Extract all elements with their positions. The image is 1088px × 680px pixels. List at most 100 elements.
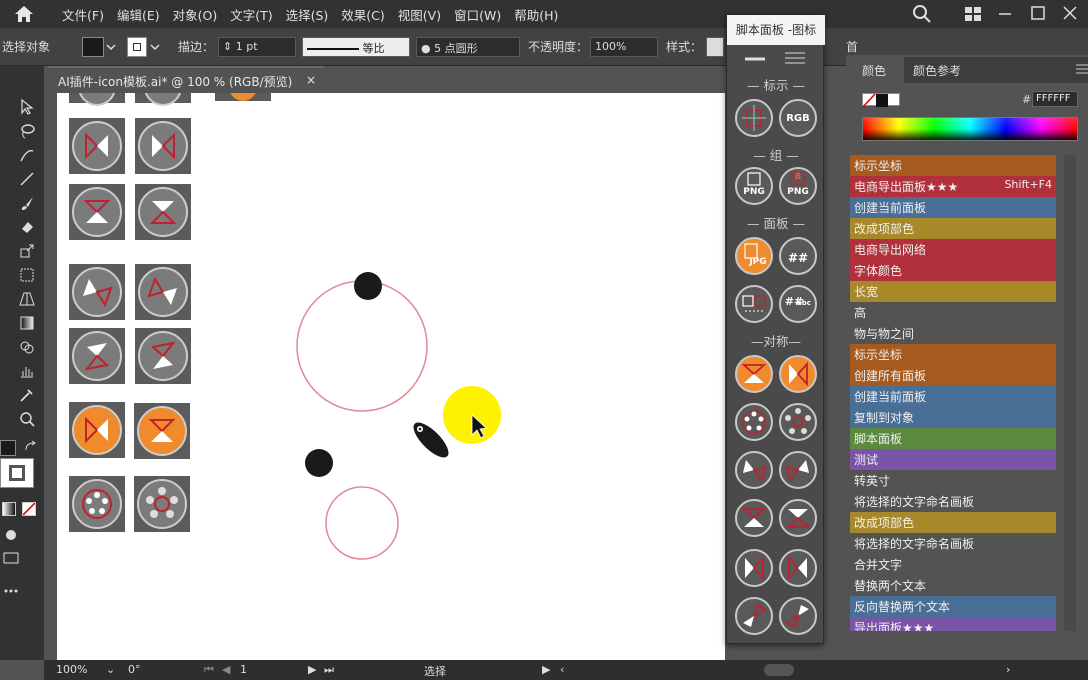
action-item[interactable]: 改成项部色 (850, 218, 1056, 239)
symmetry-right-alt-button[interactable] (779, 549, 817, 587)
prev-artboard-icon[interactable]: ◀ (222, 663, 230, 676)
gradient-tool-icon[interactable] (18, 314, 36, 332)
artboard-number[interactable]: 1 (240, 663, 247, 676)
script-panel-title[interactable]: 脚本面板 -图标 (727, 15, 825, 45)
action-item[interactable]: 测试 (850, 449, 1056, 470)
action-item[interactable]: 合并文字 (850, 554, 1056, 575)
opacity-field[interactable]: 100% (590, 37, 658, 57)
mark-coordinates-button[interactable] (735, 99, 773, 137)
brush-definition-field[interactable]: ● 5 点圆形 (416, 37, 520, 57)
action-item[interactable]: 将选择的文字命名画板 (850, 491, 1056, 512)
lasso-tool-icon[interactable] (18, 122, 36, 140)
panel-menu-icon[interactable] (1076, 63, 1088, 78)
action-item[interactable]: 转英寸 (850, 470, 1056, 491)
action-item[interactable]: 脚本面板 (850, 428, 1056, 449)
last-artboard-icon[interactable]: ⏭ (324, 663, 334, 677)
action-item[interactable]: 创建当前面板 (850, 197, 1056, 218)
minimize-icon[interactable] (998, 4, 1012, 27)
eraser-tool-icon[interactable] (18, 218, 36, 236)
action-item[interactable]: 字体颜色 (850, 260, 1056, 281)
diagonal-mirror-d-button[interactable] (779, 597, 817, 635)
menu-type[interactable]: 文字(T) (230, 5, 272, 24)
stroke-weight-field[interactable]: ⇕ 1 pt (218, 37, 296, 57)
grid-artboards-button[interactable]: ## (779, 237, 817, 275)
mark-rgb-button[interactable]: RGB (779, 99, 817, 137)
action-item[interactable]: 改成项部色 (850, 512, 1056, 533)
paintbrush-tool-icon[interactable] (18, 194, 36, 212)
tab-color-guide[interactable]: 颜色参考 (913, 62, 961, 79)
zoom-level[interactable]: 100% (56, 663, 87, 676)
menu-file[interactable]: 文件(F) (62, 5, 104, 24)
arrange-documents-icon[interactable] (964, 6, 982, 25)
scale-tool-icon[interactable] (18, 242, 36, 260)
variable-width-profile[interactable]: 等比 (302, 37, 410, 57)
diagonal-mirror-c-button[interactable] (735, 597, 773, 635)
artboard-fit-button[interactable] (735, 285, 773, 323)
tab-color[interactable]: 颜色 (858, 57, 904, 83)
stroke-swatch[interactable] (127, 37, 147, 57)
chevron-down-icon[interactable]: ⌄ (106, 663, 115, 676)
maximize-icon[interactable] (1030, 5, 1046, 24)
first-artboard-icon[interactable]: ⏮ (204, 663, 214, 677)
chevron-down-icon[interactable] (106, 41, 116, 55)
action-item[interactable]: 高 (850, 302, 1056, 323)
chevron-down-icon[interactable] (150, 41, 160, 55)
shape-builder-tool-icon[interactable] (18, 338, 36, 356)
action-item[interactable]: 创建所有面板 (850, 365, 1056, 386)
action-item[interactable]: 导出面板★★★ (850, 617, 1056, 631)
menu-select[interactable]: 选择(S) (286, 5, 329, 24)
symmetry-right-button[interactable] (735, 549, 773, 587)
scroll-right-icon[interactable]: › (1006, 663, 1010, 676)
action-item[interactable]: 复制到对象 (850, 407, 1056, 428)
radial-dots-alt-button[interactable] (779, 403, 817, 441)
graph-tool-icon[interactable] (18, 362, 36, 380)
radial-dots-button[interactable] (735, 403, 773, 441)
action-item[interactable]: 电商导出面板★★★ Shift+F4 (850, 176, 1056, 197)
fill-color-swatch[interactable] (0, 440, 16, 456)
export-png-button[interactable]: PNG (735, 167, 773, 205)
color-mode-swatches[interactable] (862, 93, 900, 108)
free-transform-tool-icon[interactable] (18, 266, 36, 284)
artboard-text-button[interactable]: ## abc (779, 285, 817, 323)
action-item[interactable]: 标示坐标 (850, 344, 1056, 365)
swap-colors-icon[interactable] (22, 438, 40, 456)
action-item[interactable]: 长宽 (850, 281, 1056, 302)
symmetry-left-button[interactable] (779, 355, 817, 393)
collapse-panel-icon[interactable] (745, 53, 765, 67)
export-jpg-button[interactable]: JPG (735, 237, 773, 275)
menu-window[interactable]: 窗口(W) (454, 5, 501, 24)
more-tools-icon[interactable] (2, 582, 20, 600)
menu-object[interactable]: 对象(O) (173, 5, 218, 24)
gradient-mode-icon[interactable] (2, 502, 16, 516)
export-png8-button[interactable]: 8 PNG (779, 167, 817, 205)
actions-scrollbar[interactable] (1064, 155, 1076, 631)
zoom-tool-icon[interactable] (18, 410, 36, 428)
menu-edit[interactable]: 编辑(E) (117, 5, 160, 24)
action-item[interactable]: 反向替换两个文本 (850, 596, 1056, 617)
action-item[interactable]: 创建当前面板 (850, 386, 1056, 407)
action-item[interactable]: 替换两个文本 (850, 575, 1056, 596)
action-item[interactable]: 物与物之间 (850, 323, 1056, 344)
rotate-view[interactable]: 0° (128, 663, 141, 676)
action-item[interactable]: 电商导出网络 (850, 239, 1056, 260)
line-tool-icon[interactable] (18, 170, 36, 188)
stroke-color-swatch[interactable] (0, 458, 34, 488)
search-icon[interactable] (912, 4, 932, 27)
draw-mode-icon[interactable] (2, 526, 20, 544)
perspective-grid-tool-icon[interactable] (18, 290, 36, 308)
action-item[interactable]: 标示坐标 (850, 155, 1056, 176)
home-icon[interactable] (12, 2, 36, 26)
status-menu-icon[interactable]: ▶ (542, 663, 550, 676)
artboard-canvas[interactable] (57, 93, 725, 660)
horizontal-scroll-thumb[interactable] (764, 664, 794, 676)
close-tab-icon[interactable]: × (306, 73, 316, 87)
diagonal-mirror-a-button[interactable] (735, 451, 773, 489)
menu-help[interactable]: 帮助(H) (514, 5, 558, 24)
eyedropper-tool-icon[interactable] (18, 386, 36, 404)
diagonal-mirror-b-button[interactable] (779, 451, 817, 489)
screen-mode-icon[interactable] (2, 550, 20, 568)
none-mode-icon[interactable] (22, 502, 36, 516)
symmetry-bottom-button[interactable] (735, 499, 773, 537)
close-window-icon[interactable] (1062, 5, 1078, 24)
scroll-left-icon[interactable]: ‹ (560, 663, 564, 676)
